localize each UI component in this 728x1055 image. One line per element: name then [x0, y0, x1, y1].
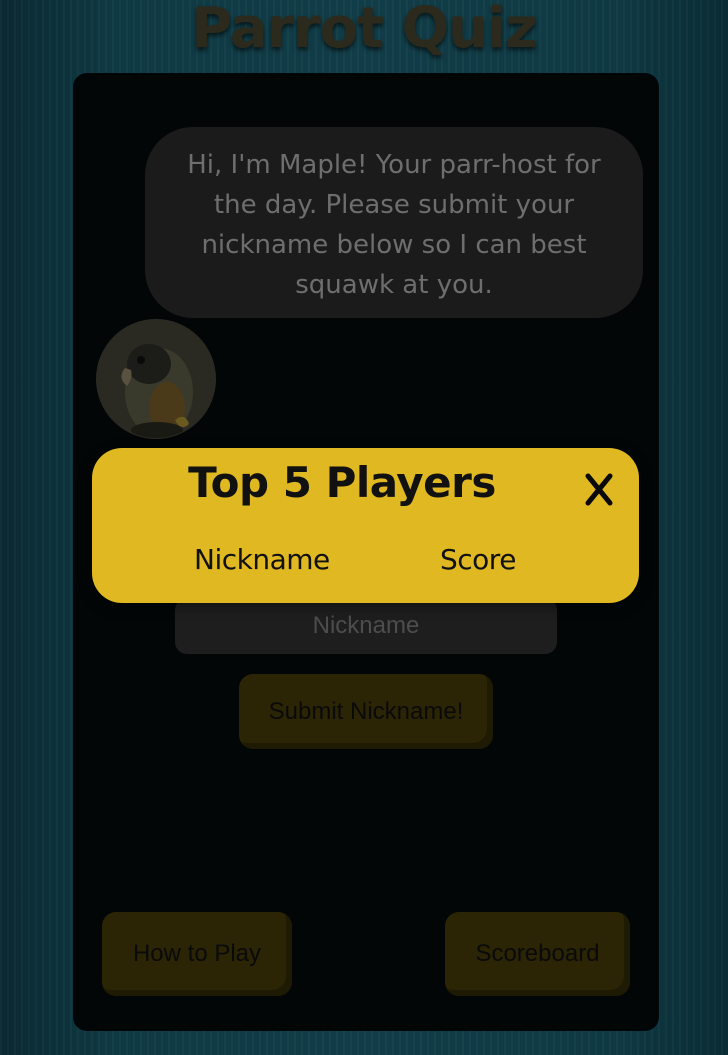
- close-icon[interactable]: [584, 468, 628, 512]
- column-header-score: Score: [440, 543, 516, 576]
- scoreboard-modal: Top 5 Players Nickname Score: [92, 448, 639, 603]
- page-title: Parrot Quiz: [191, 0, 538, 61]
- parrot-avatar: [96, 319, 216, 439]
- nickname-input[interactable]: [175, 598, 557, 654]
- parrot-image: [97, 320, 215, 438]
- submit-nickname-button[interactable]: Submit Nickname!: [239, 674, 493, 749]
- column-header-nickname: Nickname: [194, 543, 330, 576]
- modal-title: Top 5 Players: [188, 458, 496, 507]
- scoreboard-button[interactable]: Scoreboard: [445, 912, 630, 996]
- how-to-play-button[interactable]: How to Play: [102, 912, 292, 996]
- host-speech-bubble: Hi, I'm Maple! Your parr-host for the da…: [145, 127, 643, 318]
